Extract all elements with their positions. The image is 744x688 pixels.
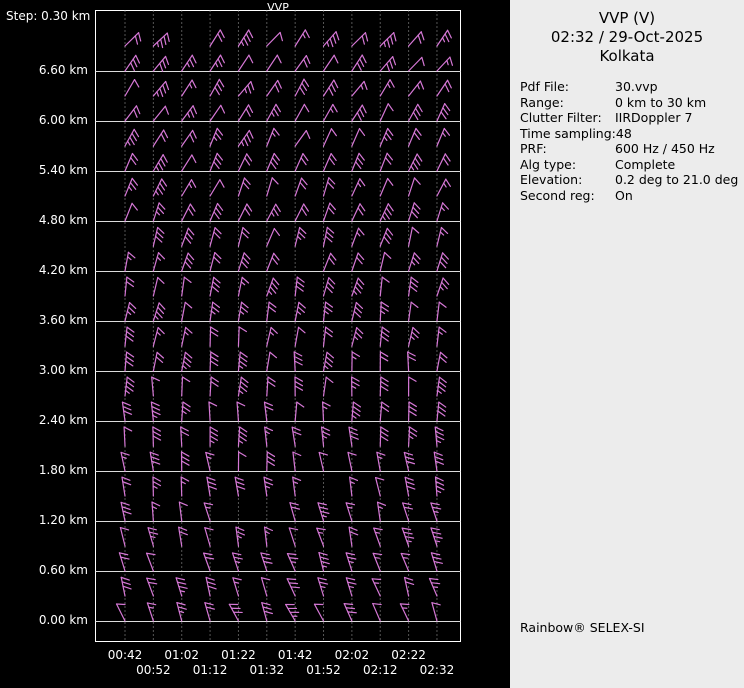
param-label: PRF: <box>520 141 615 157</box>
x-axis-tick: 02:12 <box>356 663 404 677</box>
y-axis-tick: 0.00 km <box>0 613 88 627</box>
product-title: VVP (V) <box>510 0 744 28</box>
wind-profile-panel: Step: 0.30 km VVP 6.60 km6.00 km5.40 km4… <box>0 0 510 688</box>
param-value: 600 Hz / 450 Hz <box>615 141 715 157</box>
info-panel: VVP (V) 02:32 / 29-Oct-2025 Kolkata Pdf … <box>510 0 744 688</box>
x-axis-tick: 02:22 <box>385 648 433 662</box>
param-label: Range: <box>520 95 615 111</box>
x-axis-tick: 00:42 <box>101 648 149 662</box>
param-label: Clutter Filter: <box>520 110 615 126</box>
param-label: Elevation: <box>520 172 615 188</box>
param-row: Time sampling:48 <box>520 126 744 142</box>
param-label: Alg type: <box>520 157 615 173</box>
param-value: 48 <box>616 126 632 142</box>
x-axis-tick: 01:12 <box>186 663 234 677</box>
x-axis-tick: 02:02 <box>328 648 376 662</box>
param-row: Second reg:On <box>520 188 744 204</box>
scan-datetime: 02:32 / 29-Oct-2025 <box>510 28 744 47</box>
y-axis-tick: 3.60 km <box>0 313 88 327</box>
x-axis-tick: 00:52 <box>129 663 177 677</box>
param-label: Second reg: <box>520 188 615 204</box>
y-axis-tick: 1.80 km <box>0 463 88 477</box>
x-axis-tick: 01:42 <box>271 648 319 662</box>
param-value: 0.2 deg to 21.0 deg <box>615 172 738 188</box>
y-axis-tick: 0.60 km <box>0 563 88 577</box>
param-row: Elevation:0.2 deg to 21.0 deg <box>520 172 744 188</box>
wind-barb-plot <box>0 0 510 688</box>
param-row: Pdf File:30.vvp <box>520 79 744 95</box>
param-value: 0 km to 30 km <box>615 95 706 111</box>
param-label: Time sampling: <box>520 126 616 142</box>
param-row: Clutter Filter:IIRDoppler 7 <box>520 110 744 126</box>
param-value: IIRDoppler 7 <box>615 110 692 126</box>
y-axis-tick: 6.00 km <box>0 113 88 127</box>
param-row: PRF:600 Hz / 450 Hz <box>520 141 744 157</box>
param-value: On <box>615 188 633 204</box>
site-name: Kolkata <box>510 47 744 66</box>
y-axis-tick: 4.20 km <box>0 263 88 277</box>
x-axis-tick: 02:32 <box>413 663 461 677</box>
y-axis-tick: 5.40 km <box>0 163 88 177</box>
param-value: 30.vvp <box>615 79 658 95</box>
x-axis-tick: 01:22 <box>214 648 262 662</box>
x-axis-tick: 01:02 <box>158 648 206 662</box>
y-axis-tick: 6.60 km <box>0 63 88 77</box>
brand-footer: Rainbow® SELEX-SI <box>520 620 645 635</box>
scan-parameters: Pdf File:30.vvpRange:0 km to 30 kmClutte… <box>510 79 744 203</box>
param-value: Complete <box>615 157 675 173</box>
y-axis-tick: 3.00 km <box>0 363 88 377</box>
x-axis-tick: 01:32 <box>243 663 291 677</box>
y-axis-tick: 4.80 km <box>0 213 88 227</box>
param-row: Range:0 km to 30 km <box>520 95 744 111</box>
param-row: Alg type:Complete <box>520 157 744 173</box>
param-label: Pdf File: <box>520 79 615 95</box>
y-axis-tick: 2.40 km <box>0 413 88 427</box>
x-axis-tick: 01:52 <box>300 663 348 677</box>
y-axis-tick: 1.20 km <box>0 513 88 527</box>
